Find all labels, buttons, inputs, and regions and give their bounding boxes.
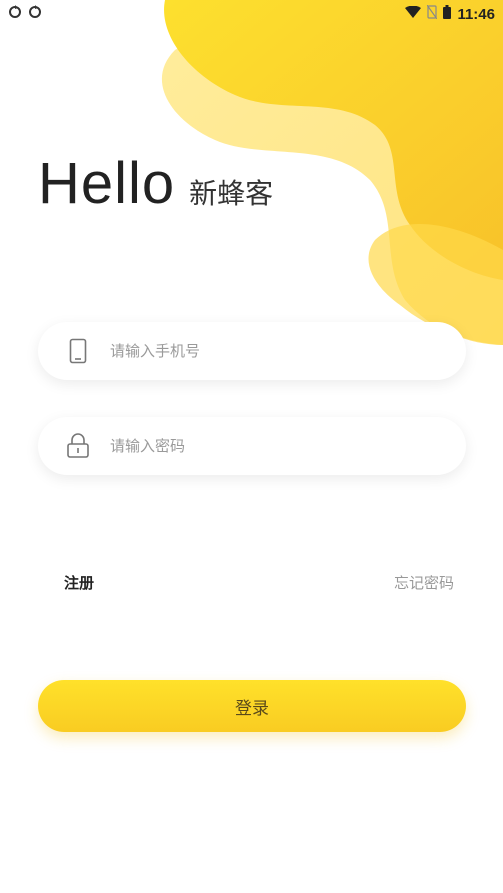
sync-icon — [8, 5, 22, 23]
phone-icon — [66, 337, 90, 365]
status-left — [8, 5, 42, 23]
no-sim-icon — [426, 4, 438, 23]
login-button[interactable]: 登录 — [38, 680, 466, 732]
phone-field[interactable] — [38, 322, 466, 380]
wifi-icon — [405, 5, 422, 22]
phone-input[interactable] — [108, 341, 412, 361]
register-link[interactable]: 注册 — [64, 572, 94, 593]
status-bar: 11:46 — [0, 0, 503, 28]
password-field[interactable] — [38, 417, 466, 475]
password-input[interactable] — [108, 436, 412, 456]
app-name: 新蜂客 — [189, 177, 274, 210]
forgot-password-link[interactable]: 忘记密码 — [394, 572, 454, 593]
status-right: 11:46 — [405, 4, 495, 23]
lock-icon — [66, 432, 90, 460]
status-time: 11:46 — [457, 5, 495, 23]
sync-icon — [28, 5, 42, 23]
hello-text: Hello — [38, 151, 176, 216]
auth-links: 注册 忘记密码 — [64, 572, 454, 593]
greeting-heading: Hello 新蜂客 — [38, 150, 273, 217]
blob-main — [164, 0, 503, 280]
battery-icon — [443, 5, 452, 23]
